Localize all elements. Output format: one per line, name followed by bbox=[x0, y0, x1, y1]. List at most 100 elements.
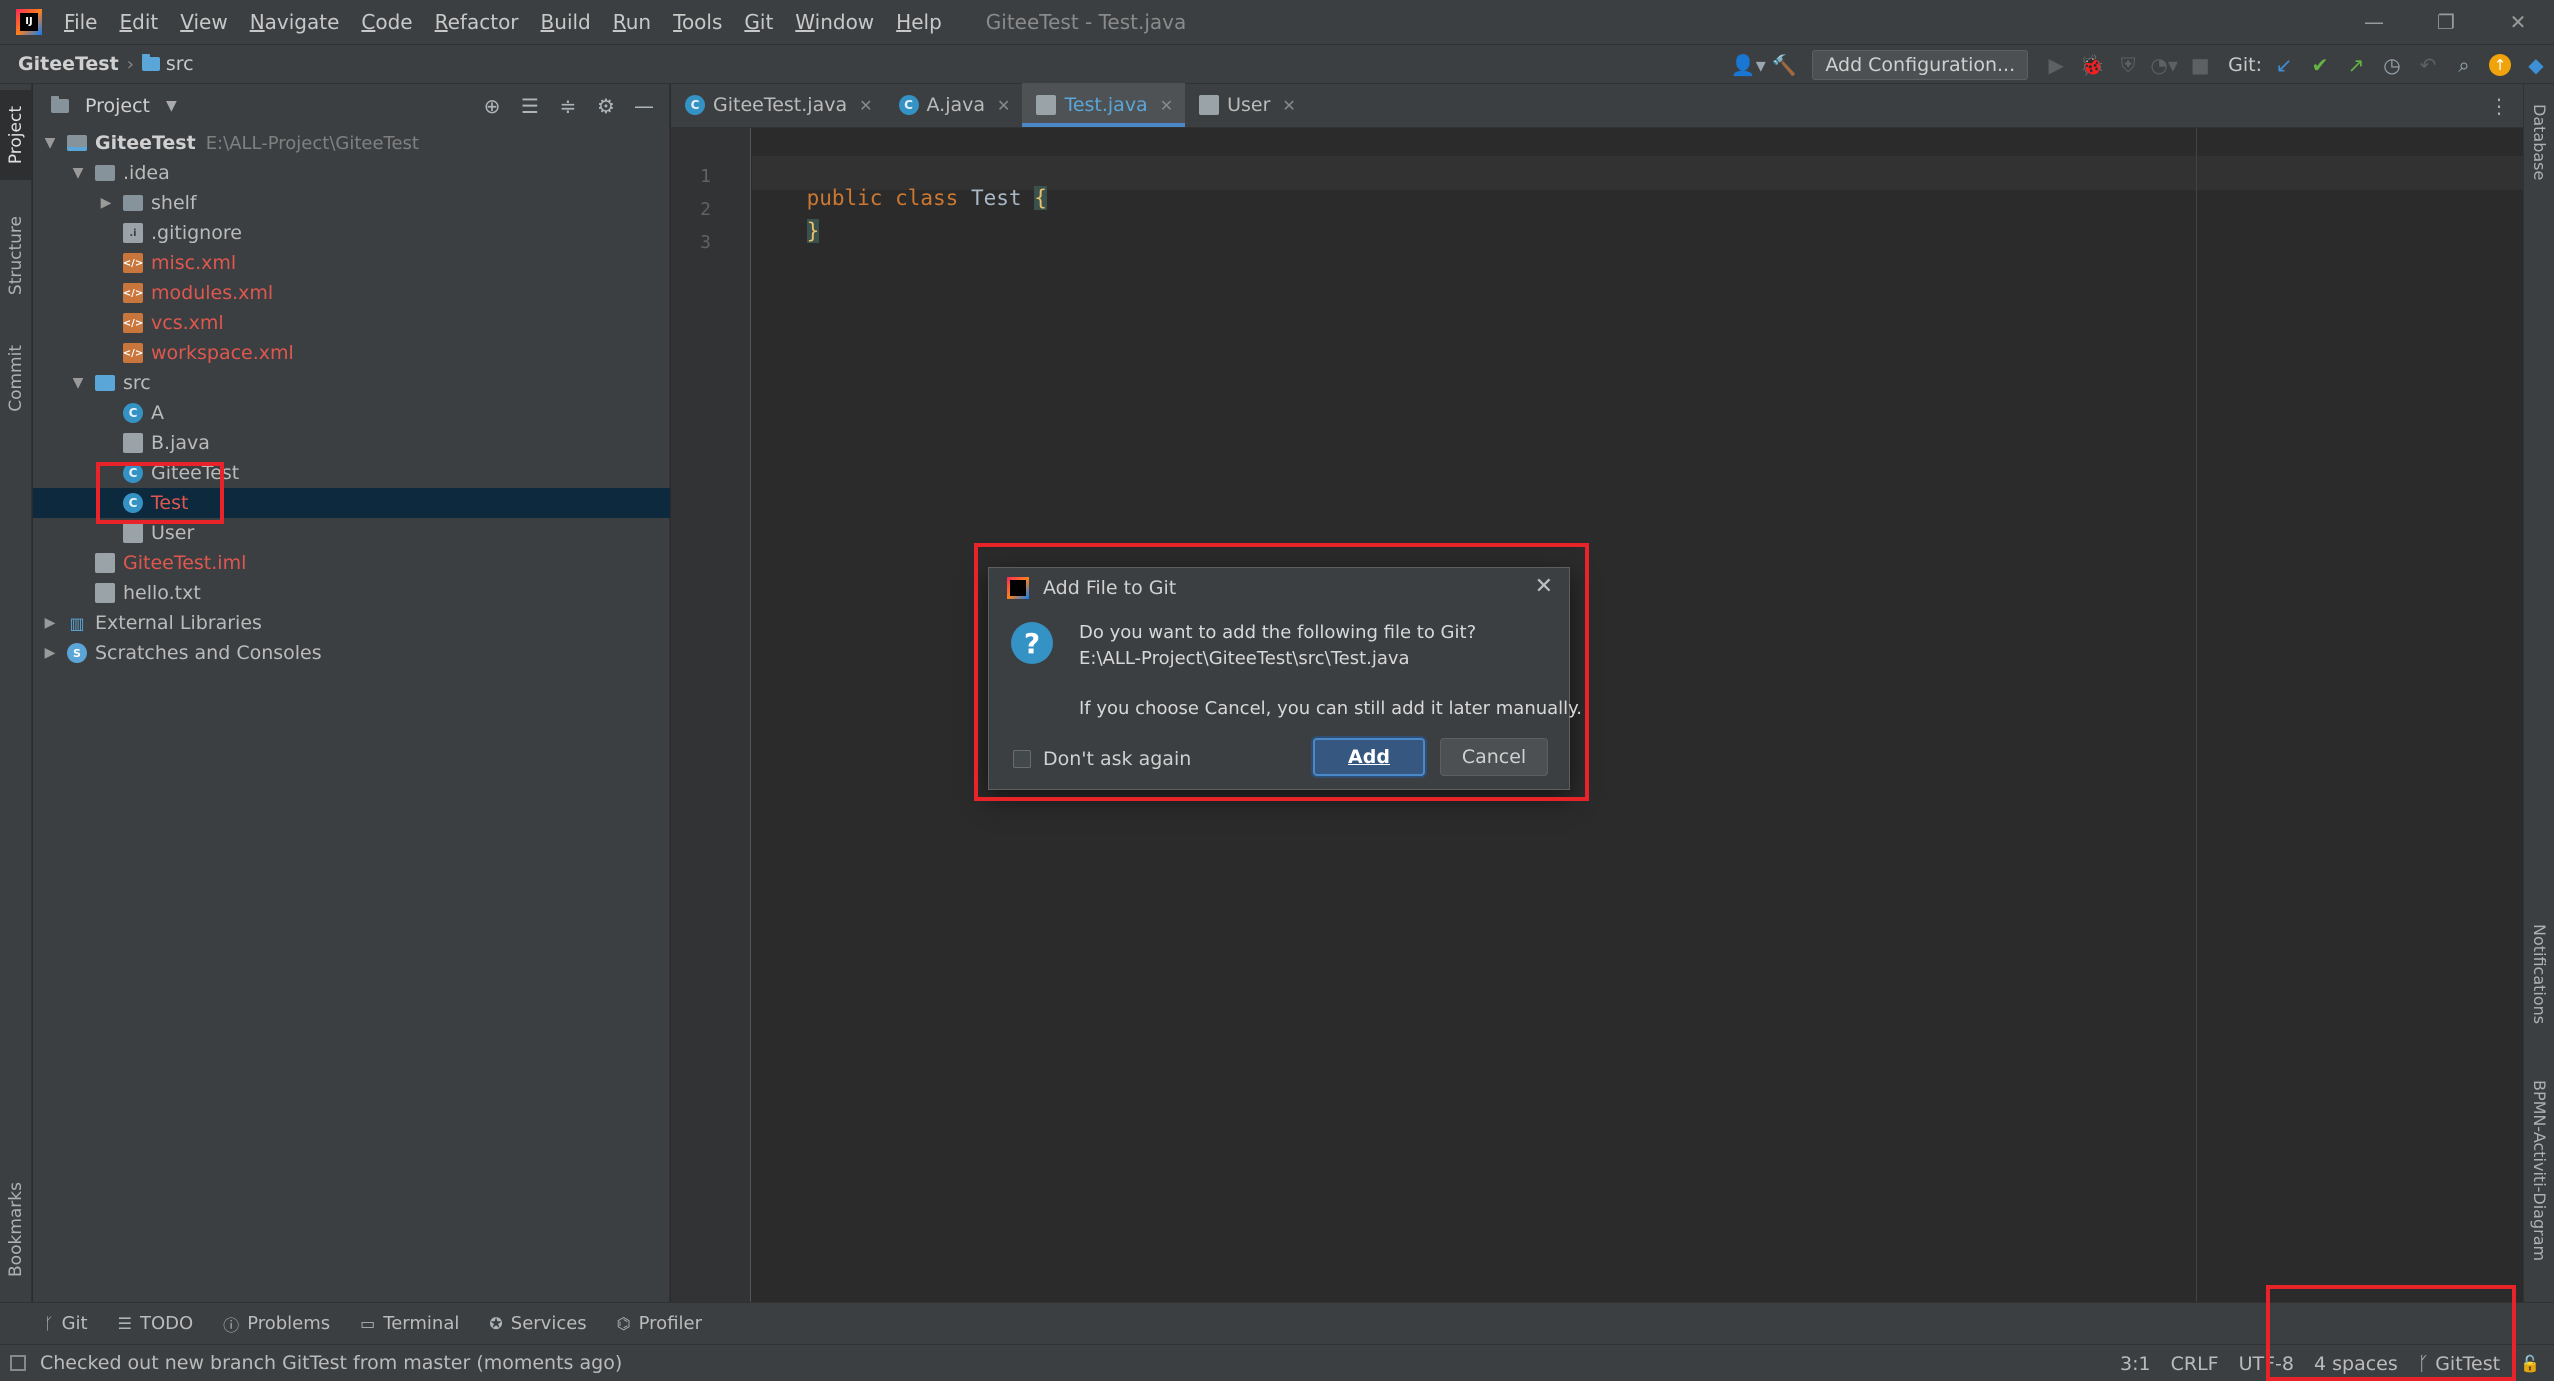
tree-file-b-java[interactable]: ▶ B.java bbox=[33, 428, 670, 458]
menu-git[interactable]: Git bbox=[744, 10, 773, 34]
tree-file-misc[interactable]: ▶ </> misc.xml bbox=[33, 248, 670, 278]
plugin-icon[interactable]: ◆ bbox=[2518, 47, 2554, 83]
minimize-button[interactable]: — bbox=[2338, 0, 2410, 44]
tool-tab-todo[interactable]: ☰ TODO bbox=[118, 1313, 194, 1334]
menu-refactor[interactable]: Refactor bbox=[435, 10, 519, 34]
intellij-logo-icon bbox=[16, 9, 42, 35]
tab-database-tool[interactable]: Database bbox=[2524, 104, 2554, 180]
menu-help[interactable]: Help bbox=[896, 10, 942, 34]
tool-tab-profiler[interactable]: ⌬ Profiler bbox=[617, 1313, 702, 1334]
chevron-down-icon[interactable]: ▼ bbox=[69, 165, 87, 181]
chevron-down-icon[interactable]: ▼ bbox=[41, 135, 59, 151]
tree-external-libraries[interactable]: ▶ ▥ External Libraries bbox=[33, 608, 670, 638]
menu-window[interactable]: Window bbox=[795, 10, 874, 34]
tree-root-giteetest[interactable]: ▼ GiteeTest E:\ALL-Project\GiteeTest bbox=[33, 128, 670, 158]
view-dropdown-icon[interactable]: ▼ bbox=[166, 98, 177, 114]
java-file-icon bbox=[123, 433, 143, 453]
tree-folder-shelf[interactable]: ▶ shelf bbox=[33, 188, 670, 218]
tab-bpmn-tool[interactable]: BPMN-Activiti-Diagram bbox=[2524, 1080, 2554, 1261]
tool-tab-problems[interactable]: ⓘ Problems bbox=[223, 1312, 330, 1336]
ide-update-icon[interactable]: ↑ bbox=[2489, 54, 2511, 76]
tree-file-workspace[interactable]: ▶ </> workspace.xml bbox=[33, 338, 670, 368]
status-message[interactable]: Checked out new branch GitTest from mast… bbox=[40, 1352, 622, 1374]
line-number: 2 bbox=[700, 199, 711, 220]
toggle-tool-windows-icon[interactable] bbox=[10, 1355, 26, 1371]
chevron-right-icon[interactable]: ▶ bbox=[97, 195, 115, 211]
menu-navigate[interactable]: Navigate bbox=[250, 10, 340, 34]
close-tab-icon[interactable]: ✕ bbox=[859, 96, 872, 115]
menu-view[interactable]: View bbox=[180, 10, 227, 34]
tree-folder-idea[interactable]: ▼ .idea bbox=[33, 158, 670, 188]
collapse-all-icon[interactable]: ≑ bbox=[549, 88, 587, 124]
breadcrumb-src[interactable]: src bbox=[166, 53, 194, 75]
tab-test-java[interactable]: Test.java ✕ bbox=[1022, 83, 1186, 127]
git-history-icon[interactable]: ◷ bbox=[2374, 47, 2410, 83]
git-rollback-icon[interactable]: ↶ bbox=[2410, 47, 2446, 83]
restore-button[interactable]: ❐ bbox=[2410, 0, 2482, 44]
tree-class-a[interactable]: ▶ C A bbox=[33, 398, 670, 428]
tool-window-bar: ᚴ Git ☰ TODO ⓘ Problems ▭ Terminal ✪ Services… bbox=[0, 1302, 2554, 1344]
menu-file[interactable]: File bbox=[64, 10, 97, 34]
chevron-down-icon[interactable]: ▼ bbox=[69, 375, 87, 391]
tree-file-iml[interactable]: ▶ GiteeTest.iml bbox=[33, 548, 670, 578]
search-icon[interactable]: ⌕ bbox=[2446, 47, 2482, 83]
stop-icon[interactable]: ■ bbox=[2182, 47, 2218, 83]
run-icon[interactable]: ▶ bbox=[2038, 47, 2074, 83]
profile-icon[interactable]: ◔▾ bbox=[2146, 47, 2182, 83]
xml-file-icon: </> bbox=[123, 253, 143, 273]
close-window-button[interactable]: ✕ bbox=[2482, 0, 2554, 44]
tool-tab-services[interactable]: ✪ Services bbox=[489, 1313, 586, 1334]
tree-file-modules[interactable]: ▶ </> modules.xml bbox=[33, 278, 670, 308]
menu-edit[interactable]: Edit bbox=[119, 10, 158, 34]
lock-icon[interactable]: 🔓 bbox=[2520, 1354, 2540, 1373]
tab-notifications-tool[interactable]: Notifications bbox=[2524, 924, 2554, 1024]
tab-giteetest-java[interactable]: C GiteeTest.java ✕ bbox=[671, 83, 885, 127]
line-separator[interactable]: CRLF bbox=[2171, 1353, 2219, 1375]
chevron-right-icon[interactable]: ▶ bbox=[41, 615, 59, 631]
title-bar: File Edit View Navigate Code Refactor Bu… bbox=[0, 0, 2554, 44]
locate-file-icon[interactable]: ⊕ bbox=[473, 88, 511, 124]
close-tab-icon[interactable]: ✕ bbox=[997, 96, 1010, 115]
menu-build[interactable]: Build bbox=[541, 10, 591, 34]
xml-file-icon: </> bbox=[123, 343, 143, 363]
debug-icon[interactable]: 🐞 bbox=[2074, 47, 2110, 83]
menu-run[interactable]: Run bbox=[613, 10, 651, 34]
tree-scratches[interactable]: ▶ S Scratches and Consoles bbox=[33, 638, 670, 668]
caret-position[interactable]: 3:1 bbox=[2120, 1353, 2151, 1375]
git-branch-icon: ᚴ bbox=[44, 1314, 54, 1333]
git-update-icon[interactable]: ↙ bbox=[2266, 47, 2302, 83]
java-file-icon bbox=[1199, 95, 1220, 115]
git-commit-icon[interactable]: ✔ bbox=[2302, 47, 2338, 83]
tool-tab-terminal[interactable]: ▭ Terminal bbox=[360, 1313, 459, 1334]
tree-file-gitignore[interactable]: ▶ .i .gitignore bbox=[33, 218, 670, 248]
user-account-icon[interactable]: 👤▾ bbox=[1730, 47, 1766, 83]
chevron-right-icon[interactable]: ▶ bbox=[41, 645, 59, 661]
hide-panel-icon[interactable]: — bbox=[625, 88, 663, 124]
add-configuration-button[interactable]: Add Configuration... bbox=[1812, 50, 2029, 80]
tab-structure-tool[interactable]: Structure bbox=[0, 202, 32, 310]
java-class-icon: C bbox=[123, 403, 143, 423]
build-hammer-icon[interactable]: 🔨 bbox=[1766, 47, 1802, 83]
tree-file-hello[interactable]: ▶ hello.txt bbox=[33, 578, 670, 608]
project-panel-title[interactable]: Project bbox=[85, 95, 150, 117]
coverage-icon[interactable]: ⛨ bbox=[2110, 47, 2146, 83]
git-push-icon[interactable]: ↗ bbox=[2338, 47, 2374, 83]
services-icon: ✪ bbox=[489, 1314, 503, 1333]
tree-file-vcs[interactable]: ▶ </> vcs.xml bbox=[33, 308, 670, 338]
menu-code[interactable]: Code bbox=[361, 10, 412, 34]
tool-tab-git[interactable]: ᚴ Git bbox=[44, 1313, 88, 1334]
close-tab-icon[interactable]: ✕ bbox=[1282, 96, 1295, 115]
tab-bookmarks-tool[interactable]: Bookmarks bbox=[0, 1166, 32, 1292]
tab-commit-tool[interactable]: Commit bbox=[0, 330, 32, 426]
tab-a-java[interactable]: C A.java ✕ bbox=[885, 83, 1023, 127]
settings-gear-icon[interactable]: ⚙ bbox=[587, 88, 625, 124]
editor-tab-bar: C GiteeTest.java ✕ C A.java ✕ Test.java … bbox=[671, 83, 2523, 128]
tab-user[interactable]: User ✕ bbox=[1185, 83, 1308, 127]
tree-folder-src[interactable]: ▼ src bbox=[33, 368, 670, 398]
close-tab-icon[interactable]: ✕ bbox=[1160, 96, 1173, 115]
expand-all-icon[interactable]: ☰ bbox=[511, 88, 549, 124]
breadcrumb-project[interactable]: GiteeTest bbox=[18, 53, 119, 75]
more-options-icon[interactable]: ⋮ bbox=[2489, 94, 2509, 118]
tab-project-tool[interactable]: Project bbox=[0, 90, 32, 180]
menu-tools[interactable]: Tools bbox=[673, 10, 722, 34]
